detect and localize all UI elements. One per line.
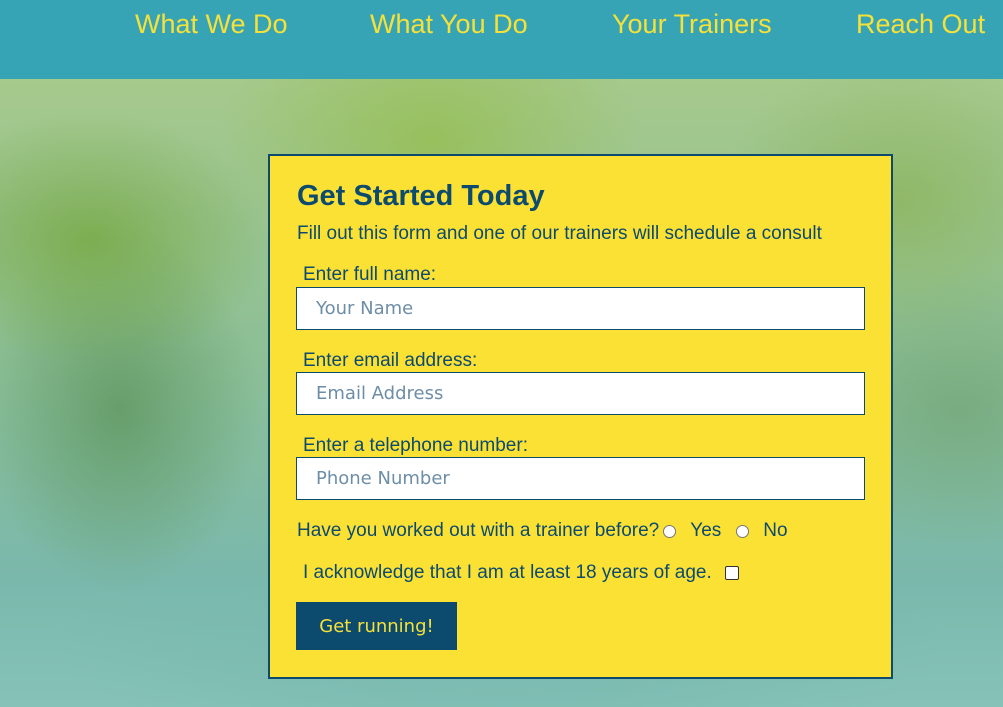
age-acknowledgement-checkbox[interactable] xyxy=(724,566,739,580)
signup-form: Get Started Today Fill out this form and… xyxy=(268,154,893,679)
nav-link-your-trainers[interactable]: Your Trainers xyxy=(612,9,772,40)
nav-link-what-you-do[interactable]: What You Do xyxy=(370,9,528,40)
phone-label: Enter a telephone number: xyxy=(303,435,528,456)
no-radio-label[interactable]: No xyxy=(763,520,787,542)
top-navigation-bar: What We Do What You Do Your Trainers Rea… xyxy=(0,0,1003,79)
no-radio[interactable] xyxy=(736,524,750,538)
age-acknowledgement-row: I acknowledge that I am at least 18 year… xyxy=(303,562,739,584)
submit-button[interactable]: Get running! xyxy=(296,602,457,650)
nav-link-what-we-do[interactable]: What We Do xyxy=(135,9,288,40)
yes-radio[interactable] xyxy=(663,524,677,538)
email-label: Enter email address: xyxy=(303,350,478,371)
age-acknowledgement-label: I acknowledge that I am at least 18 year… xyxy=(303,562,712,583)
email-input[interactable] xyxy=(296,372,865,415)
trainer-question-label: Have you worked out with a trainer befor… xyxy=(297,520,660,541)
yes-radio-label[interactable]: Yes xyxy=(690,520,721,542)
name-label: Enter full name: xyxy=(303,264,437,285)
name-input[interactable] xyxy=(296,287,865,330)
phone-input[interactable] xyxy=(296,457,865,500)
trainer-question-row: Have you worked out with a trainer befor… xyxy=(297,520,799,542)
form-title: Get Started Today xyxy=(297,180,545,212)
form-subtitle: Fill out this form and one of our traine… xyxy=(297,223,822,244)
nav-link-reach-out[interactable]: Reach Out xyxy=(856,9,985,40)
